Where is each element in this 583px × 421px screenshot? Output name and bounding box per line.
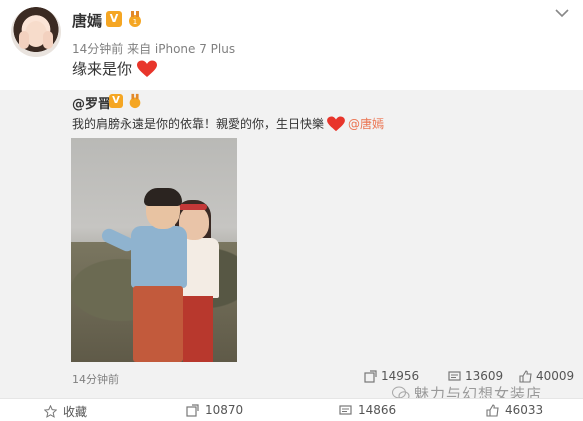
repost-count-button[interactable]: 14956 (364, 369, 419, 383)
comment-icon (448, 370, 461, 381)
repost-icon (364, 369, 377, 383)
chevron-down-icon[interactable] (555, 8, 569, 18)
like-button[interactable]: 46033 (486, 403, 543, 417)
post-username[interactable]: 唐嫣 (72, 10, 102, 31)
like-count: 46033 (505, 403, 544, 417)
comment-count: 13609 (465, 369, 504, 383)
post-text-content: 缘来是你 (72, 60, 133, 78)
like-count-button[interactable]: 40009 (519, 369, 574, 383)
post-time-source: 14分钟前 来自 iPhone 7 Plus (72, 42, 236, 56)
medal-icon[interactable]: 1 (126, 10, 144, 28)
favorite-label: 收藏 (63, 405, 88, 419)
repost-count: 14956 (381, 369, 420, 383)
post-text: 缘来是你 (72, 58, 158, 79)
favorite-button[interactable]: 收藏 (44, 403, 87, 420)
repost-text-content: 我的肩膀永遠是你的依靠！親愛的你，生日快樂 (72, 117, 325, 131)
repost-time: 14分钟前 (72, 373, 119, 386)
repost-icon (186, 403, 199, 417)
star-icon (44, 405, 57, 418)
repost-block[interactable]: @罗晋 V 我的肩膀永遠是你的依靠！親愛的你，生日快樂 @唐嫣 14分钟前 14… (0, 90, 583, 403)
like-count: 40009 (536, 369, 575, 383)
heart-icon (327, 115, 345, 131)
repost-text: 我的肩膀永遠是你的依靠！親愛的你，生日快樂 @唐嫣 (72, 115, 384, 132)
comment-count: 14866 (358, 403, 397, 417)
medal-icon[interactable] (127, 93, 143, 109)
repost-button[interactable]: 10870 (186, 403, 243, 417)
repost-username[interactable]: @罗晋 (72, 93, 111, 112)
heart-icon (137, 60, 158, 77)
verified-badge: V (106, 11, 122, 27)
mention-link[interactable]: @唐嫣 (348, 115, 384, 132)
avatar[interactable] (11, 7, 61, 57)
repost-count: 10870 (205, 403, 244, 417)
svg-text:1: 1 (133, 18, 137, 26)
repost-photo[interactable] (71, 138, 237, 362)
comment-button[interactable]: 14866 (339, 403, 396, 417)
like-icon (486, 403, 499, 417)
comment-icon (339, 404, 352, 415)
like-icon (519, 369, 532, 383)
verified-badge: V (109, 94, 123, 108)
post-header: 唐嫣 V 1 14分钟前 来自 iPhone 7 Plus 缘来是你 (0, 0, 583, 90)
comment-count-button[interactable]: 13609 (448, 369, 503, 383)
action-bar: 收藏 10870 14866 46033 (0, 398, 583, 421)
